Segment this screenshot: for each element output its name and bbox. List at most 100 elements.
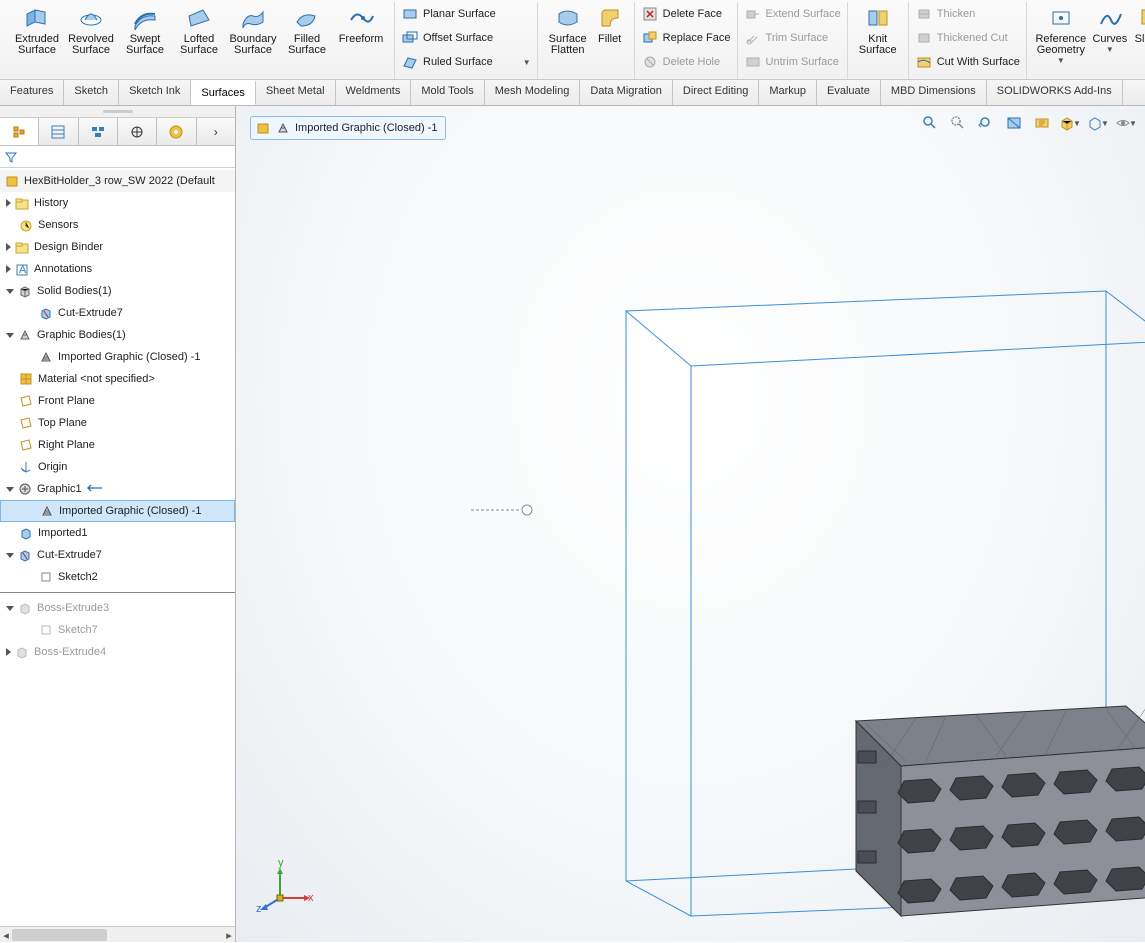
tree-item-annotations[interactable]: AAnnotations — [0, 258, 235, 280]
tree-item-sketch7[interactable]: Sketch7 — [0, 619, 235, 641]
plane-icon — [18, 415, 34, 431]
offset-surface-button[interactable]: Offset Surface — [401, 26, 531, 50]
overflow-tab[interactable]: › — [197, 118, 235, 145]
fillet-button[interactable]: Fillet — [592, 2, 628, 79]
dynamic-annotation-button[interactable] — [1031, 112, 1053, 134]
selection-breadcrumb[interactable]: Imported Graphic (Closed) -1 — [250, 116, 446, 140]
tree-twisty[interactable] — [6, 606, 14, 611]
ruled-surface-button[interactable]: Ruled Surface▼ — [401, 50, 531, 74]
tree-twisty[interactable] — [6, 333, 14, 338]
tab-mbd-dimensions[interactable]: MBD Dimensions — [881, 80, 987, 105]
tree-item-material-not-specified-[interactable]: Material <not specified> — [0, 368, 235, 390]
feature-tree-icon — [11, 124, 27, 140]
configuration-manager-tab[interactable] — [79, 118, 118, 145]
tree-item-history[interactable]: History — [0, 192, 235, 214]
filter-row[interactable] — [0, 146, 235, 168]
replace-face-button[interactable]: Replace Face — [641, 26, 731, 50]
tree-item-boss-extrude3[interactable]: Boss-Extrude3 — [0, 597, 235, 619]
tab-sketch-ink[interactable]: Sketch Ink — [119, 80, 191, 105]
scroll-left-icon[interactable]: ◂ — [0, 927, 12, 943]
swept-surface-button[interactable]: Swept Surface — [118, 2, 172, 79]
tab-direct-editing[interactable]: Direct Editing — [673, 80, 759, 105]
slicing-button[interactable]: Slicing — [1131, 2, 1145, 79]
document-root[interactable]: HexBitHolder_3 row_SW 2022 (Default — [0, 170, 235, 192]
tab-weldments[interactable]: Weldments — [336, 80, 412, 105]
revolved-surface-button[interactable]: Revolved Surface — [64, 2, 118, 79]
tab-markup[interactable]: Markup — [759, 80, 817, 105]
tree-item-cut-extrude7[interactable]: Cut-Extrude7 — [0, 544, 235, 566]
tab-data-migration[interactable]: Data Migration — [580, 80, 673, 105]
feature-manager-tab[interactable] — [0, 118, 39, 145]
mesh-icon — [39, 503, 55, 519]
section-view-button[interactable] — [1003, 112, 1025, 134]
tree-twisty[interactable] — [6, 243, 11, 251]
tree-item-boss-extrude4[interactable]: Boss-Extrude4 — [0, 641, 235, 663]
dimxpert-manager-tab[interactable] — [118, 118, 157, 145]
tree-twisty[interactable] — [6, 553, 14, 558]
tree-item-graphic-bodies-1-[interactable]: Graphic Bodies(1) — [0, 324, 235, 346]
reference-geometry-button[interactable]: Reference Geometry▼ — [1033, 2, 1089, 79]
tree-item-sketch2[interactable]: Sketch2 — [0, 566, 235, 588]
property-manager-tab[interactable] — [39, 118, 78, 145]
surface-flatten-button[interactable]: Surface Flatten — [544, 2, 592, 79]
tab-surfaces[interactable]: Surfaces — [191, 80, 255, 105]
tree-item-imported-graphic-closed-1[interactable]: Imported Graphic (Closed) -1 — [0, 500, 235, 522]
tree-item-origin[interactable]: Origin — [0, 456, 235, 478]
magnifier-area-icon — [950, 115, 966, 131]
tab-sheet-metal[interactable]: Sheet Metal — [256, 80, 336, 105]
replace-face-icon — [641, 29, 659, 47]
tab-features[interactable]: Features — [0, 80, 64, 105]
display-style-button[interactable]: ▼ — [1087, 112, 1109, 134]
zoom-fit-button[interactable] — [919, 112, 941, 134]
orientation-triad[interactable]: x y z — [256, 860, 316, 914]
tree-item-sensors[interactable]: Sensors — [0, 214, 235, 236]
tree-twisty[interactable] — [6, 289, 14, 294]
tab-mold-tools[interactable]: Mold Tools — [411, 80, 484, 105]
dropdown-icon: ▼ — [1057, 56, 1065, 65]
tab-sketch[interactable]: Sketch — [64, 80, 119, 105]
panel-grip[interactable] — [0, 106, 235, 118]
scrollbar-thumb[interactable] — [12, 929, 107, 941]
hide-show-button[interactable]: ▼ — [1115, 112, 1137, 134]
previous-view-button[interactable] — [975, 112, 997, 134]
tab-solidworks-add-ins[interactable]: SOLIDWORKS Add-Ins — [987, 80, 1123, 105]
tree-item-front-plane[interactable]: Front Plane — [0, 390, 235, 412]
command-tab-strip: FeaturesSketchSketch InkSurfacesSheet Me… — [0, 80, 1145, 106]
heads-up-toolbar: ▼ ▼ ▼ — [919, 112, 1137, 134]
cut-with-surface-button[interactable]: Cut With Surface — [915, 50, 1020, 74]
graphics-viewport[interactable]: Imported Graphic (Closed) -1 ▼ ▼ ▼ — [236, 106, 1145, 942]
lofted-surface-button[interactable]: Lofted Surface — [172, 2, 226, 79]
rollback-bar[interactable] — [0, 592, 235, 593]
view-orientation-button[interactable]: ▼ — [1059, 112, 1081, 134]
tree-item-top-plane[interactable]: Top Plane — [0, 412, 235, 434]
extruded-surface-button[interactable]: Extruded Surface — [10, 2, 64, 79]
triad-x-label: x — [308, 892, 314, 904]
tree-item-imported1[interactable]: Imported1 — [0, 522, 235, 544]
tree-item-design-binder[interactable]: Design Binder — [0, 236, 235, 258]
tab-evaluate[interactable]: Evaluate — [817, 80, 881, 105]
display-manager-tab[interactable] — [157, 118, 196, 145]
horizontal-scrollbar[interactable]: ◂ ▸ — [0, 926, 235, 942]
tree-item-imported-graphic-closed-1[interactable]: Imported Graphic (Closed) -1 — [0, 346, 235, 368]
tree-twisty[interactable] — [6, 265, 11, 273]
knit-surface-button[interactable]: Knit Surface — [854, 2, 902, 56]
tree-item-right-plane[interactable]: Right Plane — [0, 434, 235, 456]
delete-face-button[interactable]: Delete Face — [641, 2, 731, 26]
tree-item-solid-bodies-1-[interactable]: Solid Bodies(1) — [0, 280, 235, 302]
tree-item-cut-extrude7[interactable]: Cut-Extrude7 — [0, 302, 235, 324]
tree-twisty[interactable] — [6, 487, 14, 492]
freeform-button[interactable]: Freeform — [334, 2, 388, 79]
curves-button[interactable]: Curves▼ — [1089, 2, 1131, 79]
section-icon — [1006, 115, 1022, 131]
sketch-icon — [38, 622, 54, 638]
tab-mesh-modeling[interactable]: Mesh Modeling — [485, 80, 581, 105]
zoom-area-button[interactable] — [947, 112, 969, 134]
part-icon — [4, 173, 20, 189]
tree-twisty[interactable] — [6, 648, 11, 656]
tree-twisty[interactable] — [6, 199, 11, 207]
scroll-right-icon[interactable]: ▸ — [223, 927, 235, 943]
planar-surface-button[interactable]: Planar Surface — [401, 2, 531, 26]
boundary-surface-button[interactable]: Boundary Surface — [226, 2, 280, 79]
filled-surface-button[interactable]: Filled Surface — [280, 2, 334, 79]
tree-item-graphic1[interactable]: Graphic1 — [0, 478, 235, 500]
